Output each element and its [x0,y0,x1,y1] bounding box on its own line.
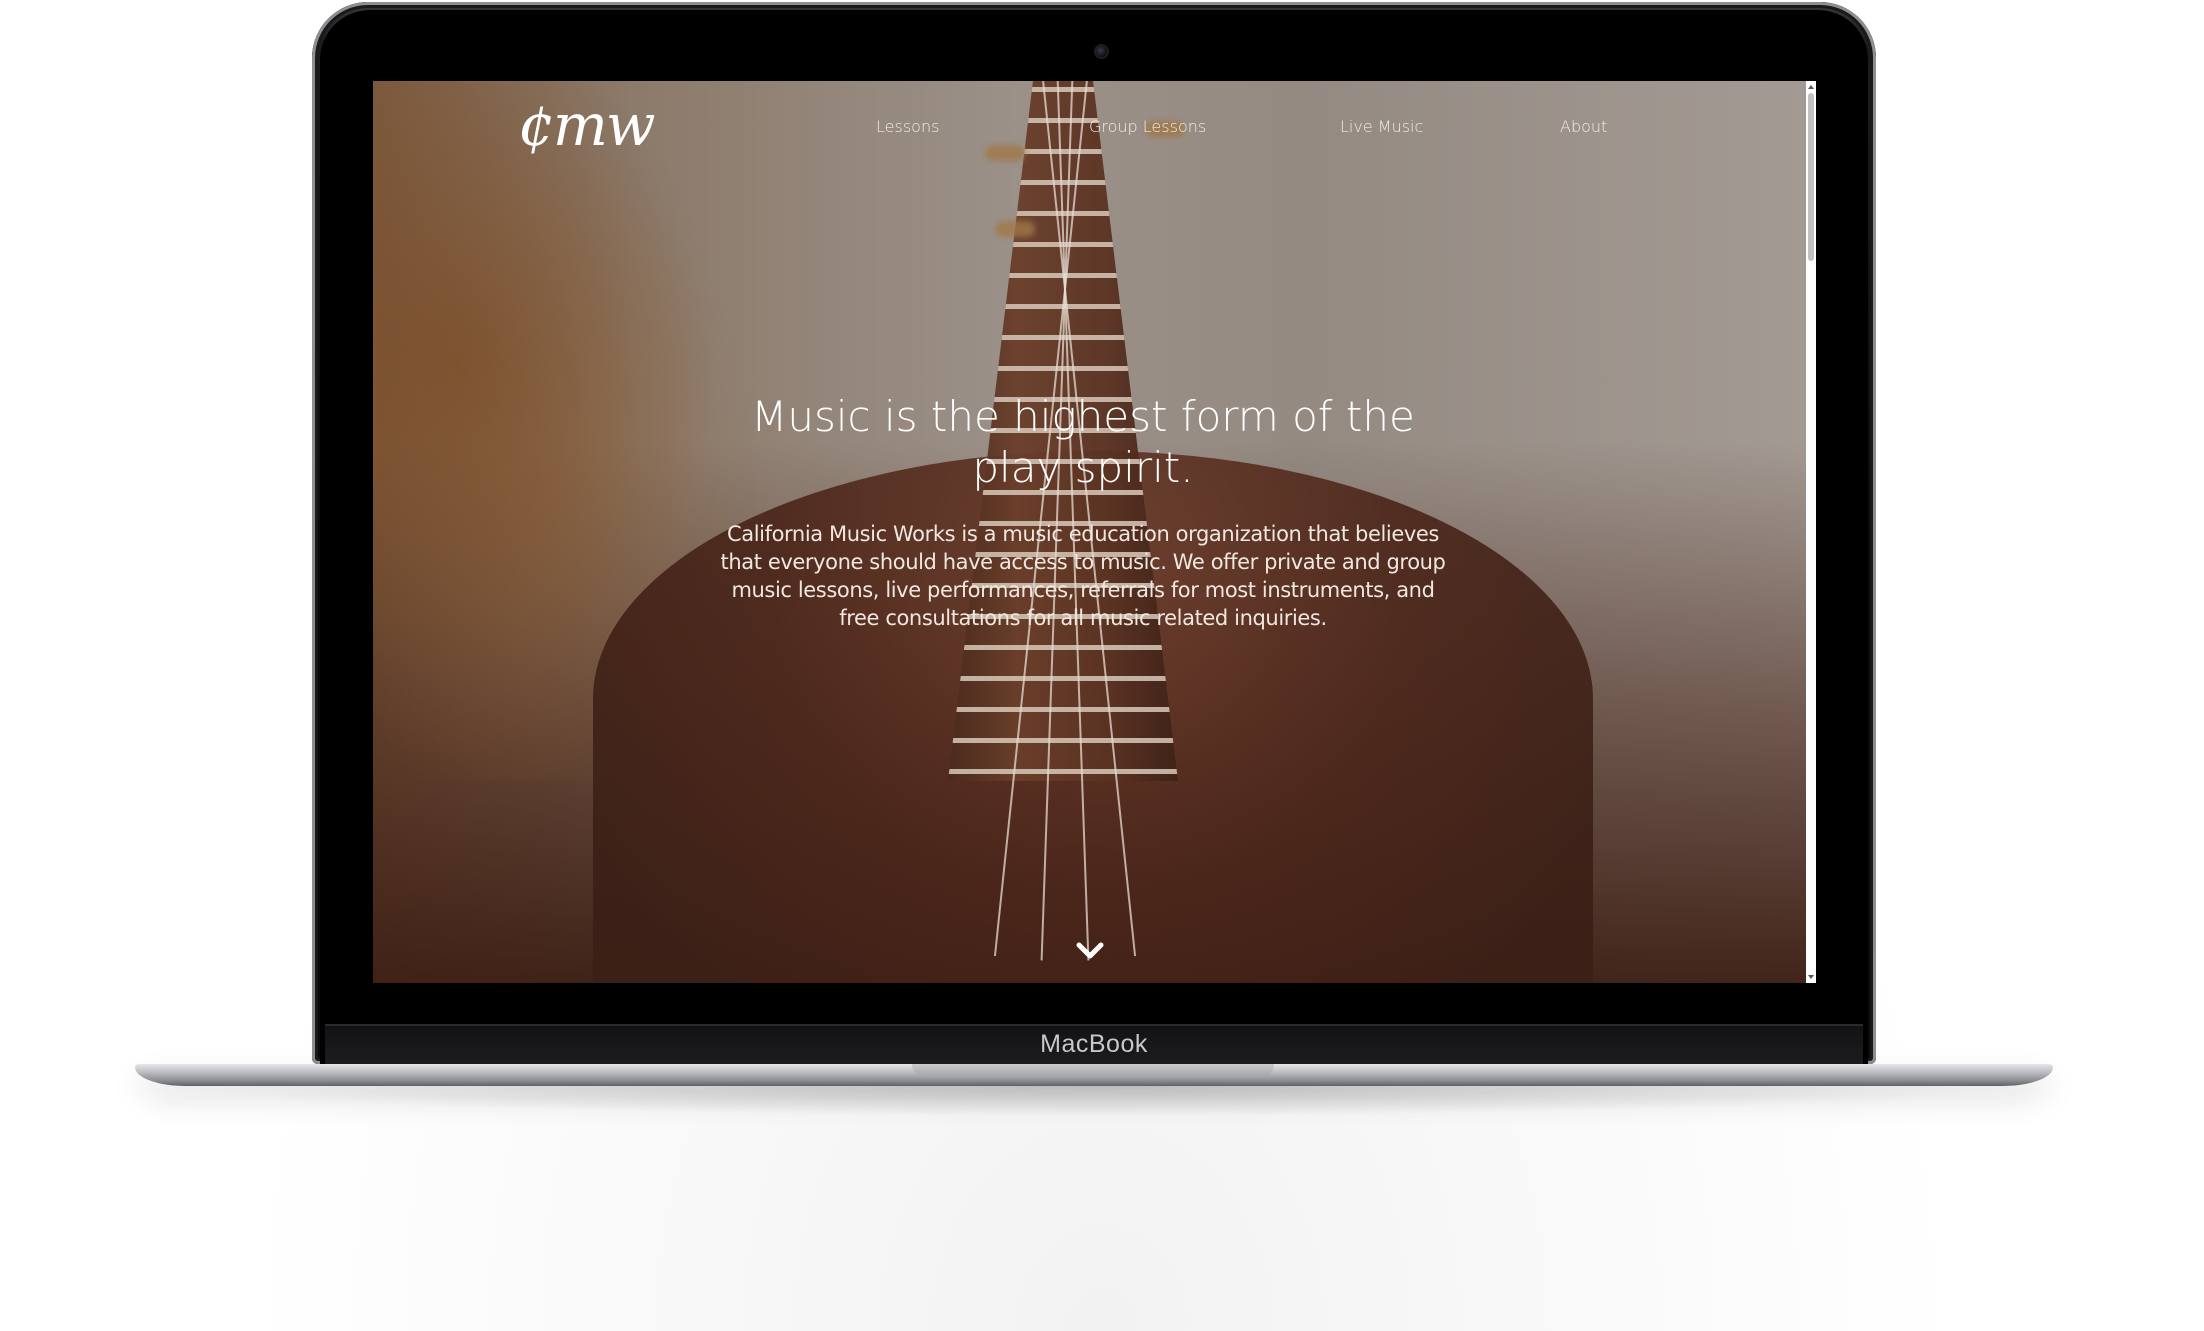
laptop-notch [912,1064,1274,1078]
scroll-up-icon[interactable] [1808,85,1814,89]
nav-about[interactable]: About [1560,117,1607,136]
hero-section: ¢mw Lessons Group Lessons Live Music Abo… [373,81,1806,983]
camera-icon [1096,46,1107,57]
guitar-string [993,81,1090,957]
device-mockup: MacBook ¢mw Lessons Group Lessons Live M… [0,0,2204,1331]
hero-headline: Music is the highest form of the play sp… [751,392,1415,492]
scrollbar[interactable] [1806,81,1816,983]
hero-description: California Music Works is a music educat… [720,522,1446,630]
tuning-peg [985,145,1025,161]
device-brand-label: MacBook [1040,1030,1148,1058]
laptop-shadow [160,1086,2028,1116]
chevron-down-icon[interactable] [1076,941,1104,961]
browser-viewport: ¢mw Lessons Group Lessons Live Music Abo… [373,81,1816,983]
laptop-chin: MacBook [325,1024,1863,1066]
nav-live-music[interactable]: Live Music [1340,117,1423,136]
tuning-peg [995,221,1035,237]
site-logo[interactable]: ¢mw [518,91,656,159]
nav-lessons[interactable]: Lessons [876,117,939,136]
scrollbar-thumb[interactable] [1808,93,1814,261]
nav-group-lessons[interactable]: Group Lessons [1089,117,1206,136]
guitar-string [1040,81,1137,957]
scroll-down-icon[interactable] [1808,975,1814,979]
